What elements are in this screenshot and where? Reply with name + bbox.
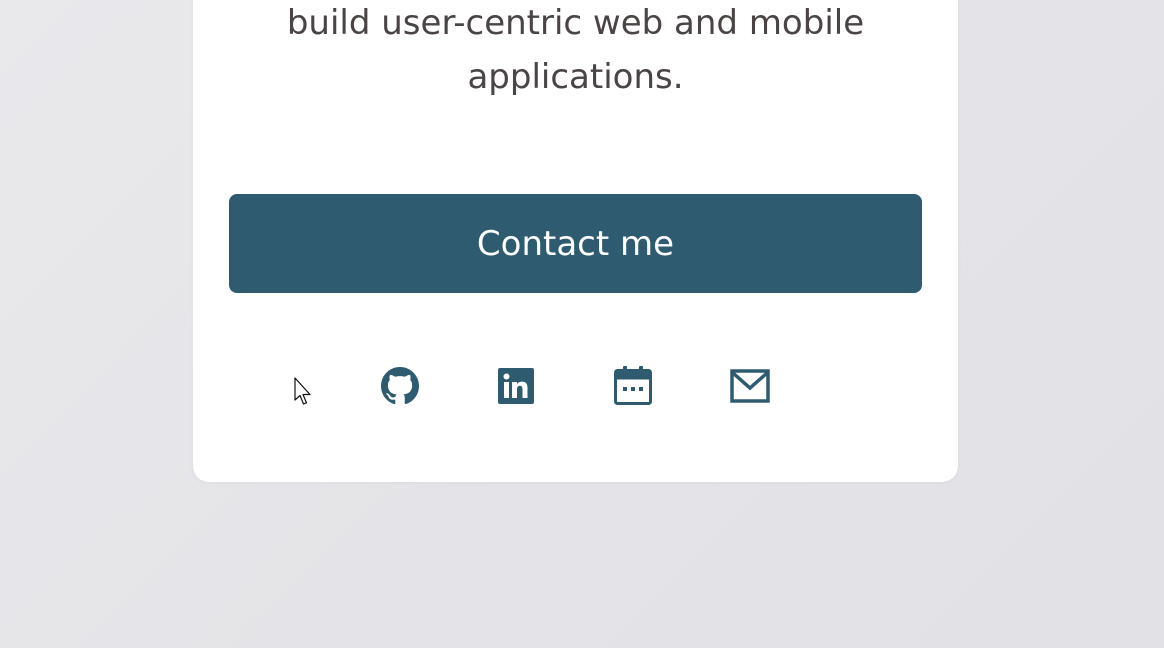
intro-line-2: applications. [467, 57, 684, 97]
linkedin-link[interactable] [495, 365, 537, 407]
calendar-link[interactable] [612, 365, 654, 407]
email-link[interactable] [729, 365, 771, 407]
github-link[interactable] [379, 365, 421, 407]
contact-me-button[interactable]: Contact me [229, 194, 922, 293]
github-icon [381, 367, 419, 405]
calendar-icon [614, 366, 652, 405]
profile-card: build user-centric web and mobile applic… [193, 0, 958, 482]
intro-text: build user-centric web and mobile applic… [193, 0, 958, 104]
linkedin-icon [498, 368, 534, 404]
intro-line-1: build user-centric web and mobile [286, 3, 865, 43]
mouse-cursor-icon [294, 377, 311, 405]
mail-icon [730, 369, 770, 403]
